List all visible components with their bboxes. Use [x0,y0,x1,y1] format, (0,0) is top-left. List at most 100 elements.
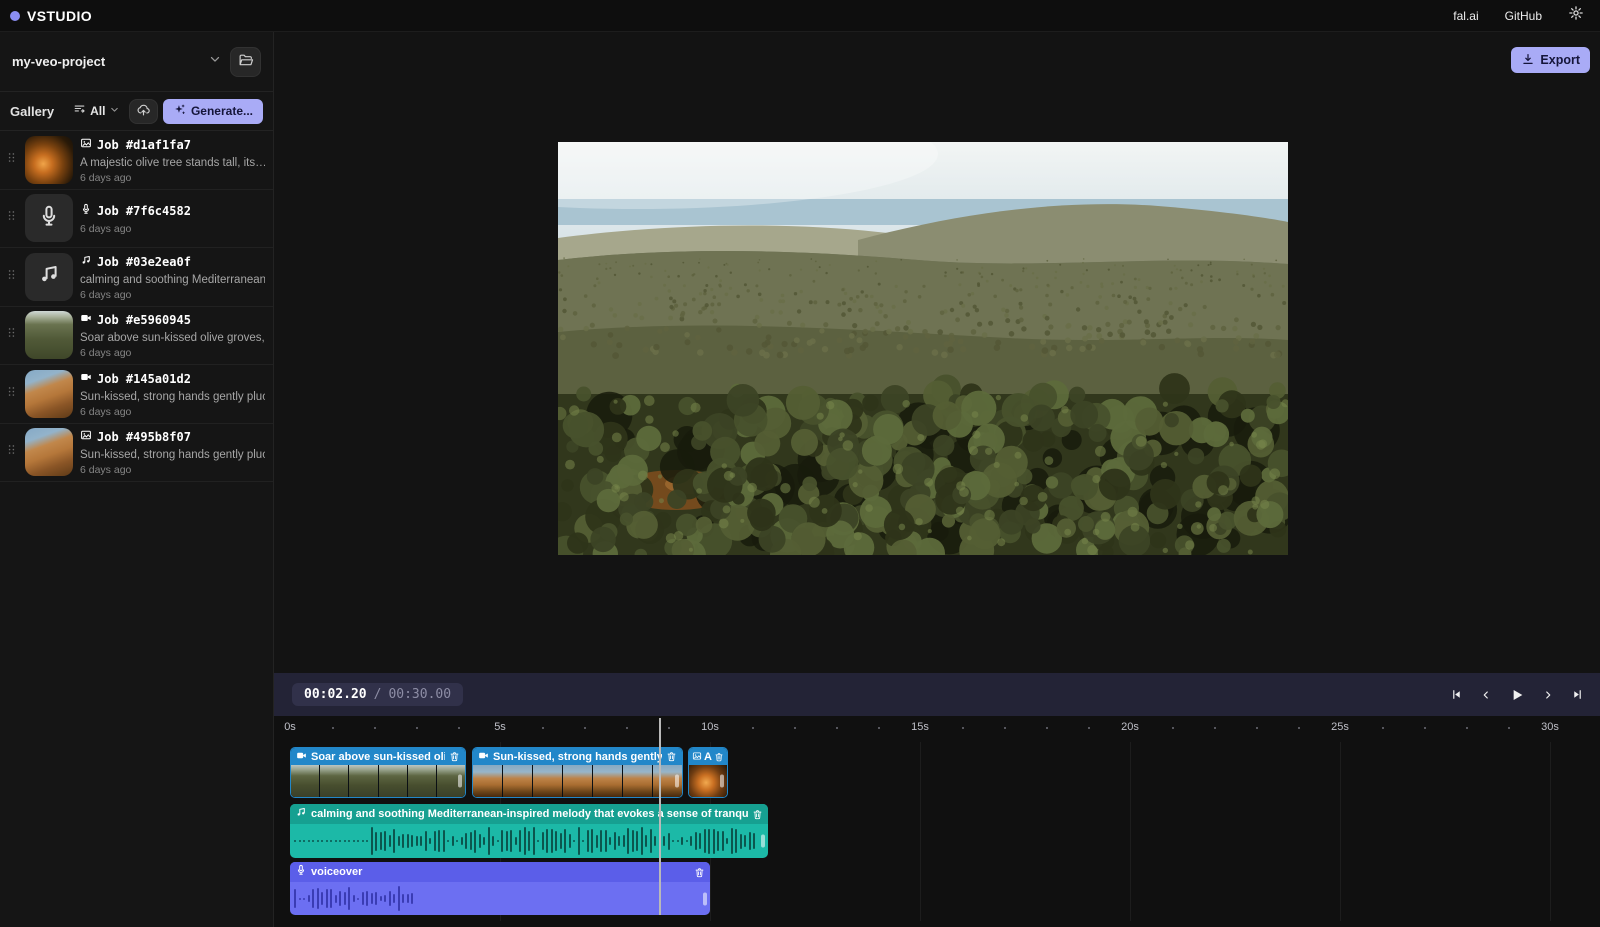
clip-resize-handle[interactable] [720,775,724,788]
job-item[interactable]: Job #03e2ea0f calming and soothing Medit… [0,248,273,307]
timeline-clip-music[interactable]: calming and soothing Mediterranean-inspi… [290,804,768,858]
trash-icon[interactable] [714,752,724,762]
folder-open-icon [238,52,254,71]
timeline-clip-video-1[interactable]: Soar above sun-kissed olive [290,747,466,798]
job-item[interactable]: Job #495b8f07 Sun-kissed, strong hands g… [0,424,273,483]
main-area: Export [274,32,1600,927]
microphone-icon [295,863,307,881]
microphone-icon [80,202,92,220]
timecode-display: 00:02.20 / 00:30.00 [292,683,463,706]
drag-handle-icon[interactable] [5,384,18,404]
microphone-icon [37,204,61,233]
generate-button[interactable]: Generate... [163,99,263,124]
transport-controls [1450,687,1600,703]
job-thumbnail[interactable] [25,428,73,476]
clip-label: calming and soothing Mediterranean-inspi… [311,808,748,820]
job-thumbnail[interactable] [25,194,73,242]
cloud-upload-icon [136,102,151,120]
clip-label: voiceover [311,866,690,878]
app-window: VSTUDIO fal.ai GitHub my-veo-project Gal… [0,0,1600,927]
gallery-title: Gallery [10,104,54,119]
job-item[interactable]: Job #e5960945 Soar above sun-kissed oliv… [0,307,273,366]
play-button[interactable] [1509,687,1525,703]
trash-icon[interactable] [666,751,677,762]
filter-value: All [90,104,105,118]
trash-icon[interactable] [449,751,460,762]
job-list: Job #d1af1fa7 A majestic olive tree stan… [0,131,273,482]
skip-to-start-button[interactable] [1450,688,1463,701]
skip-to-end-button[interactable] [1571,688,1584,701]
video-camera-icon [296,748,307,766]
job-description: calming and soothing Mediterranean-… [80,274,265,286]
app-title: VSTUDIO [27,8,92,24]
settings-gear-icon[interactable] [1568,5,1584,26]
drag-handle-icon[interactable] [5,208,18,228]
image-icon [80,428,92,446]
clip-label: A [704,751,712,763]
project-name[interactable]: my-veo-project [12,54,200,69]
clip-resize-handle[interactable] [761,835,765,848]
job-description: Soar above sun-kissed olive groves,… [80,332,265,344]
ruler-tick-label: 10s [701,721,719,733]
job-thumbnail[interactable] [25,311,73,359]
step-forward-button[interactable] [1542,689,1554,701]
trash-icon[interactable] [752,809,763,820]
current-time: 00:02.20 [304,687,367,702]
job-id: Job #495b8f07 [97,430,191,444]
gallery-filter[interactable]: All [73,102,120,120]
job-description: A majestic olive tree stands tall, its… [80,157,265,169]
job-id: Job #d1af1fa7 [97,138,191,152]
clip-resize-handle[interactable] [703,892,707,905]
music-note-icon [295,805,307,823]
export-button[interactable]: Export [1511,47,1590,73]
video-camera-icon [80,311,92,329]
job-item[interactable]: Job #d1af1fa7 A majestic olive tree stan… [0,131,273,190]
job-id: Job #e5960945 [97,313,191,327]
job-item[interactable]: Job #7f6c4582 6 days ago [0,190,273,249]
ruler-tick-label: 15s [911,721,929,733]
job-id: Job #7f6c4582 [97,204,191,218]
app-logo: VSTUDIO [0,8,92,24]
drag-handle-icon[interactable] [5,442,18,462]
trash-icon[interactable] [694,867,705,878]
clip-label: Sun-kissed, strong hands gently plu [493,751,662,763]
ruler-tick-label: 5s [494,721,506,733]
job-description: Sun-kissed, strong hands gently pluck… [80,391,265,403]
job-thumbnail[interactable] [25,370,73,418]
time-separator: / [374,687,382,702]
job-id: Job #145a01d2 [97,372,191,386]
timeline[interactable]: 0s5s10s15s20s25s30s Soar above sun-kisse… [274,716,1600,927]
clip-resize-handle[interactable] [675,775,679,788]
video-camera-icon [478,748,489,766]
upload-button[interactable] [129,99,158,124]
job-timestamp: 6 days ago [80,464,265,476]
job-thumbnail[interactable] [25,136,73,184]
clip-resize-handle[interactable] [458,775,462,788]
drag-handle-icon[interactable] [5,325,18,345]
top-bar: VSTUDIO fal.ai GitHub [0,0,1600,32]
job-item[interactable]: Job #145a01d2 Sun-kissed, strong hands g… [0,365,273,424]
job-timestamp: 6 days ago [80,289,265,301]
filter-icon [73,102,86,120]
logo-dot-icon [10,11,20,21]
job-thumbnail[interactable] [25,253,73,301]
link-github[interactable]: GitHub [1505,9,1542,23]
timeline-clip-voiceover[interactable]: voiceover [290,862,710,915]
timeline-toolbar: 00:02.20 / 00:30.00 [274,673,1600,716]
video-preview[interactable] [558,142,1288,555]
clip-label: Soar above sun-kissed olive [311,751,445,763]
drag-handle-icon[interactable] [5,267,18,287]
open-project-button[interactable] [230,47,261,77]
link-fal-ai[interactable]: fal.ai [1453,9,1478,23]
ruler-tick-label: 30s [1541,721,1559,733]
step-back-button[interactable] [1480,689,1492,701]
chevron-down-icon[interactable] [208,52,222,71]
timeline-clip-image[interactable]: A [688,747,728,798]
project-selector-row: my-veo-project [0,32,273,92]
drag-handle-icon[interactable] [5,150,18,170]
playhead[interactable] [659,718,661,915]
video-camera-icon [80,370,92,388]
job-description: Sun-kissed, strong hands gently pluck… [80,449,265,461]
timeline-clip-video-2[interactable]: Sun-kissed, strong hands gently plu [472,747,683,798]
sidebar: my-veo-project Gallery All Generate... [0,32,274,927]
